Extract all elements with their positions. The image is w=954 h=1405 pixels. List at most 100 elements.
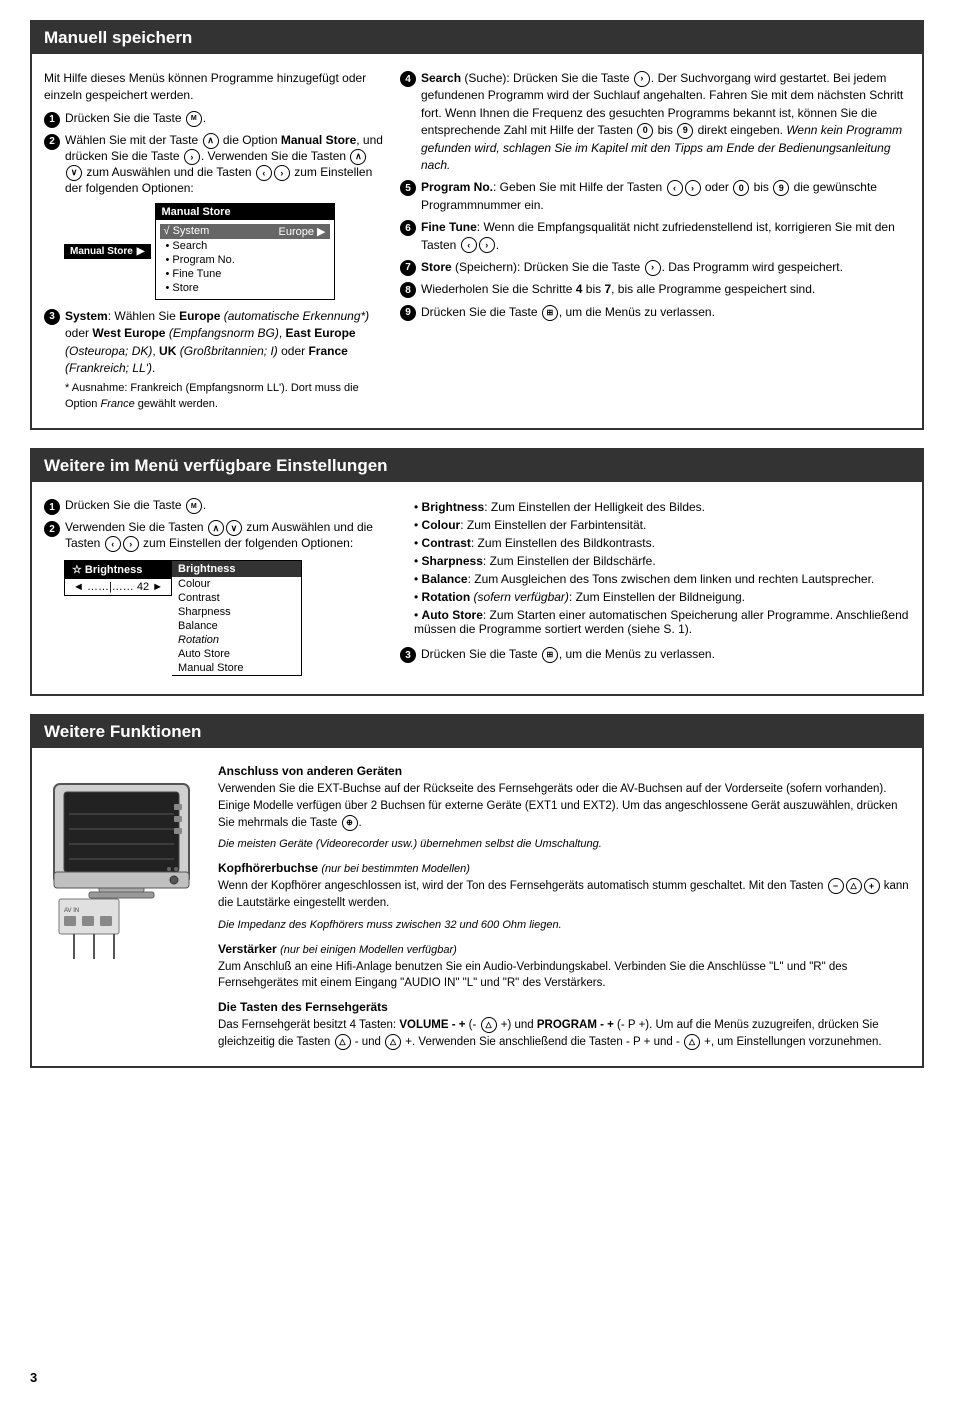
step3-num: 3 <box>44 309 60 325</box>
section1-title: Manuell speichern <box>32 22 922 54</box>
verstaerker-title: Verstärker (nur bei einigen Modellen ver… <box>218 942 910 956</box>
section-weitere-einstellungen: Weitere im Menü verfügbare Einstellungen… <box>30 448 924 696</box>
source-icon: ⊕ <box>342 815 358 831</box>
bullet-balance: Balance: Zum Ausgleichen des Tons zwisch… <box>414 570 910 588</box>
anschluss-italic: Die meisten Geräte (Videorecorder usw.) … <box>218 837 910 853</box>
section2-bullet-list: Brightness: Zum Einstellen der Helligkei… <box>414 498 910 638</box>
bright-item-colour: Colour <box>172 577 301 591</box>
bright-item-brightness: Brightness <box>172 561 301 577</box>
kopfhoerer-text: Wenn der Kopfhörer angeschlossen ist, wi… <box>218 878 910 911</box>
menu-item-program: Program No. <box>166 253 324 267</box>
menu-icon: M <box>186 111 202 127</box>
menu-row-system: √ SystemEurope ▶ <box>160 224 330 239</box>
step8-num: 8 <box>400 282 416 298</box>
right-icon: › <box>184 149 200 165</box>
section2-step1: 1 Drücken Sie die Taste M. <box>44 498 384 515</box>
page-number: 3 <box>30 1370 37 1385</box>
bright-slider-area: ◄ ……|…… 42 ► <box>64 579 172 596</box>
step4-content: Search (Suche): Drücken Sie die Taste ›.… <box>421 70 910 174</box>
step9-text: Drücken Sie die Taste ⊞, um die Menüs zu… <box>421 304 715 321</box>
tv-illustration: AV IN <box>44 764 199 964</box>
section1-intro: Mit Hilfe dieses Menüs können Programme … <box>44 70 384 105</box>
s2-step3-text: Drücken Sie die Taste ⊞, um die Menüs zu… <box>421 646 715 663</box>
tv-image-area: AV IN <box>44 764 204 1056</box>
step7-num: 7 <box>400 260 416 276</box>
anschluss-title: Anschluss von anderen Geräten <box>218 764 910 778</box>
step9-num: 9 <box>400 305 416 321</box>
num0-icon: 0 <box>637 123 653 139</box>
bullet-colour: Colour: Zum Einstellen der Farbintensitä… <box>414 516 910 534</box>
step8-text: Wiederholen Sie die Schritte 4 bis 7, bi… <box>421 281 815 298</box>
vol-minus-icon: − <box>828 878 844 894</box>
step7-text: Store (Speichern): Drücken Sie die Taste… <box>421 259 843 276</box>
section1-step3: 3 System: Wählen Sie Europe (automatisch… <box>44 308 384 413</box>
brightness-menu-diagram: ☆ Brightness ◄ ……|…… 42 ► Brightness Col… <box>64 560 384 676</box>
bright-item-autostore: Auto Store <box>172 647 301 661</box>
section3-title: Weitere Funktionen <box>32 716 922 748</box>
bright-tab: ☆ Brightness <box>64 560 172 579</box>
bright-menu-box: Brightness Colour Contrast Sharpness Bal… <box>172 560 302 676</box>
tasten-title: Die Tasten des Fernsehgeräts <box>218 1000 910 1014</box>
vol-plus-icon: + <box>864 878 880 894</box>
step4-text: Search (Suche): Drücken Sie die Taste ›.… <box>421 70 910 174</box>
search-right-icon: › <box>634 71 650 87</box>
s2-left-icon: ‹ <box>105 536 121 552</box>
section1-step2: 2 Wählen Sie mit der Taste ∧ die Option … <box>44 133 384 195</box>
step3-note: * Ausnahme: Frankreich (Empfangsnorm LL'… <box>65 381 384 413</box>
section2-left-col: 1 Drücken Sie die Taste M. 2 Verwenden S… <box>44 498 384 684</box>
menu-item-search: Search <box>166 239 324 253</box>
kopfhoerer-title: Kopfhörerbuchse (nur bei bestimmten Mode… <box>218 861 910 875</box>
svg-text:AV IN: AV IN <box>64 908 79 914</box>
step1-num: 1 <box>44 112 60 128</box>
section2-title: Weitere im Menü verfügbare Einstellungen <box>32 450 922 482</box>
section1-left-col: Mit Hilfe dieses Menüs können Programme … <box>44 70 384 418</box>
s2-menu-icon: M <box>186 498 202 514</box>
up2-icon: ∧ <box>350 149 366 165</box>
section1-right-col: 4 Search (Suche): Drücken Sie die Taste … <box>400 70 910 418</box>
left-icon: ‹ <box>256 165 272 181</box>
section1-step6: 6 Fine Tune: Wenn die Empfangsqualität n… <box>400 219 910 254</box>
section-manuell-speichern: Manuell speichern Mit Hilfe dieses Menüs… <box>30 20 924 430</box>
verstaerker-text: Zum Anschluß an eine Hifi-Anlage benutze… <box>218 959 910 992</box>
section1-step1: 1 Drücken Sie die Taste M. <box>44 111 384 128</box>
num9-icon: 9 <box>677 123 693 139</box>
down-icon: ∨ <box>66 165 82 181</box>
s2-right-icon: › <box>123 536 139 552</box>
section1-step5: 5 Program No.: Geben Sie mit Hilfe der T… <box>400 179 910 214</box>
vol5-icon: △ <box>684 1034 700 1050</box>
step4-num: 4 <box>400 71 416 87</box>
menu-tab-manual-store: Manual Store ▶ <box>64 244 151 259</box>
menu-box-manual-store: Manual Store √ SystemEurope ▶ Search Pro… <box>155 203 335 300</box>
vol-icon: △ <box>846 878 862 894</box>
s2-menu2-icon: ⊞ <box>542 647 558 663</box>
num9b-icon: 9 <box>773 180 789 196</box>
s2-step2-text: Verwenden Sie die Tasten ∧∨ zum Auswähle… <box>65 520 384 552</box>
bright-item-balance: Balance <box>172 619 301 633</box>
section1-step8: 8 Wiederholen Sie die Schritte 4 bis 7, … <box>400 281 910 298</box>
menu-item-store: Store <box>166 281 324 295</box>
section3-text-area: Anschluss von anderen Geräten Verwenden … <box>218 764 910 1056</box>
section2-step2: 2 Verwenden Sie die Tasten ∧∨ zum Auswäh… <box>44 520 384 552</box>
bright-item-sharpness: Sharpness <box>172 605 301 619</box>
step3-content: System: Wählen Sie Europe (automatische … <box>65 308 384 413</box>
bright-item-rotation: Rotation <box>172 633 301 647</box>
left4-icon: ‹ <box>461 237 477 253</box>
anschluss-text: Verwenden Sie die EXT-Buchse auf der Rüc… <box>218 781 910 831</box>
s2-up-icon: ∧ <box>208 520 224 536</box>
section1-step4: 4 Search (Suche): Drücken Sie die Taste … <box>400 70 910 174</box>
s2-step1-text: Drücken Sie die Taste M. <box>65 498 206 514</box>
step2-text: Wählen Sie mit der Taste ∧ die Option Ma… <box>65 133 384 195</box>
menu-item-finetune: Fine Tune <box>166 267 324 281</box>
vol3-icon: △ <box>335 1034 351 1050</box>
kopfhoerer-italic: Die Impedanz des Kopfhörers muss zwische… <box>218 918 910 934</box>
bullet-contrast: Contrast: Zum Einstellen des Bildkontras… <box>414 534 910 552</box>
vol2-icon: △ <box>481 1017 497 1033</box>
s2-step2-num: 2 <box>44 521 60 537</box>
section2-step3: 3 Drücken Sie die Taste ⊞, um die Menüs … <box>400 646 910 663</box>
section1-step7: 7 Store (Speichern): Drücken Sie die Tas… <box>400 259 910 276</box>
step5-text: Program No.: Geben Sie mit Hilfe der Tas… <box>421 179 910 214</box>
s2-step1-num: 1 <box>44 499 60 515</box>
num0b-icon: 0 <box>733 180 749 196</box>
section1-menu-diagram: Manual Store ▶ Manual Store √ SystemEuro… <box>64 203 384 300</box>
right4-icon: › <box>479 237 495 253</box>
